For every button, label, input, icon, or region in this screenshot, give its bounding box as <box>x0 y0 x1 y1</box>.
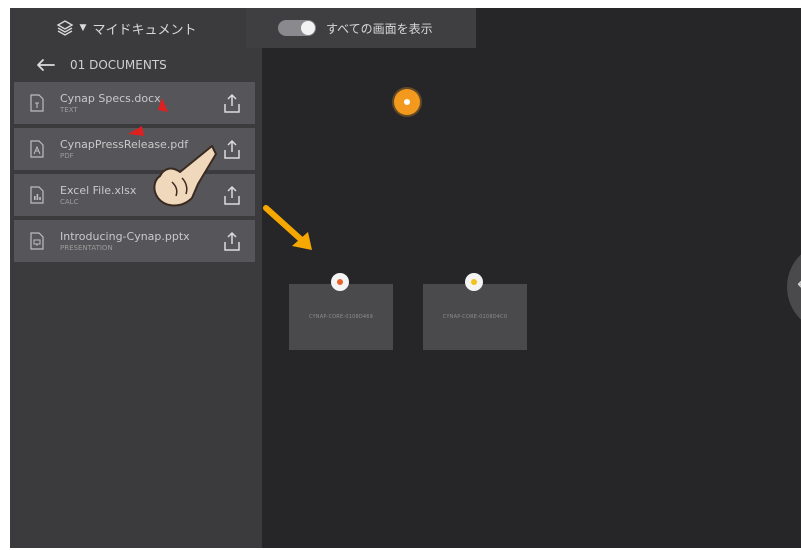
calc-file-icon <box>30 186 44 204</box>
chevron-down-icon: ▼ <box>79 23 87 33</box>
toggle-label: すべての画面を表示 <box>326 21 433 36</box>
file-item-introducing-cynap[interactable]: Introducing-Cynap.pptx PRESENTATION <box>14 220 255 262</box>
layers-icon <box>56 20 73 36</box>
active-source-indicator[interactable] <box>394 89 420 115</box>
device-pin-1[interactable] <box>331 273 349 291</box>
pdf-file-icon <box>30 140 44 158</box>
presentation-file-icon <box>30 232 44 250</box>
toggle-switch[interactable] <box>278 20 316 36</box>
app-screen: ▼ マイドキュメント 01 DOCUMENTS Cynap Specs.docx… <box>10 8 801 548</box>
folder-path-label: 01 DOCUMENTS <box>70 58 167 72</box>
side-panel-handle[interactable]: ← <box>787 242 801 332</box>
device-label: CYNAP-CORE-0108D4C0 <box>442 314 508 320</box>
hand-pointer-icon <box>153 145 217 207</box>
upload-icon[interactable] <box>223 230 241 252</box>
device-label: CYNAP-CORE-0108D469 <box>308 314 374 320</box>
yellow-arrow-icon <box>263 205 312 250</box>
back-arrow-icon[interactable] <box>34 57 56 73</box>
breadcrumb: 01 DOCUMENTS <box>10 48 262 82</box>
device-tile-2[interactable]: CYNAP-CORE-0108D4C0 <box>423 284 527 350</box>
file-name: Introducing-Cynap.pptx <box>60 229 190 243</box>
document-sidebar: ▼ マイドキュメント 01 DOCUMENTS Cynap Specs.docx… <box>10 8 262 548</box>
device-tile-1[interactable]: CYNAP-CORE-0108D469 <box>289 284 393 350</box>
text-file-icon <box>30 94 44 112</box>
show-all-screens-toggle[interactable]: すべての画面を表示 <box>246 8 476 48</box>
upload-icon[interactable] <box>223 184 241 206</box>
menu-title: マイドキュメント <box>92 22 197 38</box>
upload-icon[interactable] <box>223 92 241 114</box>
device-pin-2[interactable] <box>465 273 483 291</box>
my-documents-menu[interactable]: ▼ マイドキュメント <box>10 8 242 48</box>
upload-icon[interactable] <box>223 138 241 160</box>
file-type: PRESENTATION <box>60 243 113 252</box>
arrow-left-icon: ← <box>797 274 801 295</box>
